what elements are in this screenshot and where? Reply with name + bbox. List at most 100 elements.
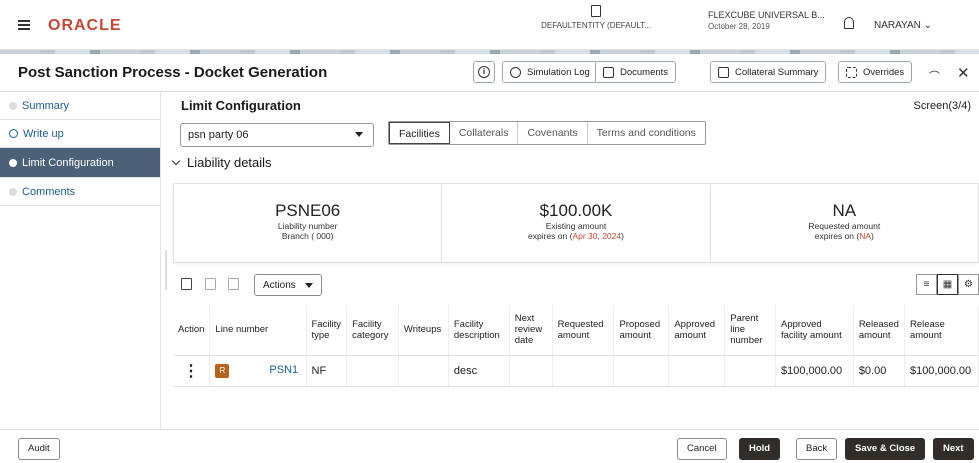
oracle-logo: ORACLE [48, 17, 122, 34]
col-line-number[interactable]: Line number [209, 305, 307, 356]
entity-label: DEFAULTENTITY (DEFAULT... [541, 21, 651, 30]
tab-collaterals[interactable]: Collaterals [450, 122, 519, 144]
released-amount-cell: $0.00 [853, 355, 905, 387]
back-button[interactable]: Back [796, 438, 838, 460]
actions-label: Actions [263, 279, 296, 291]
chevron-down-icon: ⌄ [923, 20, 933, 31]
col-facility-type[interactable]: Facility type [306, 305, 348, 356]
expand-icon[interactable]: ⌒ [929, 68, 940, 84]
expiry-prefix: expires on ( [814, 231, 860, 241]
collateral-summary-label: Collateral Summary [735, 66, 819, 78]
col-writeups[interactable]: Writeups [398, 305, 449, 356]
proposed-amount-cell [613, 355, 670, 387]
sidebar-item-comments[interactable]: Comments [0, 178, 160, 206]
col-requested-amount[interactable]: Requested amount [552, 305, 615, 356]
close-icon[interactable]: ✕ [957, 64, 970, 82]
documents-button[interactable]: Documents [595, 61, 677, 83]
col-parent-line-number[interactable]: Parent line number [724, 305, 776, 356]
table-toolbar: Actions ≡ ▦ ⚙ [173, 272, 979, 298]
hamburger-menu-icon[interactable] [18, 20, 30, 30]
col-proposed-amount[interactable]: Proposed amount [613, 305, 670, 356]
tab-facilities[interactable]: Facilities [389, 122, 450, 144]
liability-number-label: Liability number [277, 221, 338, 231]
status-dot-icon [9, 187, 17, 196]
dropdown-caret-icon [355, 132, 363, 137]
col-release-amount[interactable]: Release amount [904, 305, 979, 356]
view-switcher: ≡ ▦ ⚙ [916, 274, 979, 295]
branch-label: Branch ( 000) [281, 231, 334, 241]
sidebar-item-label: Write up [23, 127, 64, 140]
expiry-suffix: ) [621, 231, 624, 241]
table-header-row: Action Line number Facility type Facilit… [173, 305, 979, 356]
hierarchy-view-icon[interactable]: ⚙ [958, 274, 979, 295]
save-close-button[interactable]: Save & Close [845, 438, 926, 460]
facility-category-cell [346, 355, 399, 387]
table-row[interactable]: ⋮ R PSN1 NF desc $100,000.00 $0.00 $100,0… [173, 355, 979, 387]
overrides-button[interactable]: Overrides [838, 61, 913, 83]
add-row-icon[interactable] [181, 278, 192, 290]
screen-counter: Screen(3/4) [913, 100, 971, 112]
delete-icon[interactable] [205, 278, 216, 290]
branch-selector[interactable]: FLEXCUBE UNIVERSAL B... October 28, 2019 [708, 10, 825, 31]
expiry-date: Apr 30, 2024 [572, 231, 622, 241]
col-action[interactable]: Action [173, 305, 211, 356]
cancel-button[interactable]: Cancel [677, 438, 727, 460]
tab-covenants[interactable]: Covenants [518, 122, 588, 144]
col-facility-category[interactable]: Facility category [346, 305, 399, 356]
main-content: Limit Configuration Screen(3/4) psn part… [161, 92, 979, 429]
sidebar-item-write-up[interactable]: Write up [0, 120, 160, 148]
existing-amount-label: Existing amount [545, 221, 607, 231]
top-header: ORACLE DEFAULTENTITY (DEFAULT... FLEXCUB… [0, 0, 979, 50]
user-menu[interactable]: NARAYAN ⌄ [874, 20, 932, 31]
liability-cards: PSNE06 Liability number Branch ( 000) $1… [173, 183, 979, 263]
next-button[interactable]: Next [933, 438, 974, 460]
audit-button[interactable]: Audit [18, 438, 60, 460]
tab-terms-and-conditions[interactable]: Terms and conditions [588, 122, 705, 144]
collateral-summary-button[interactable]: Collateral Summary [710, 61, 827, 83]
facility-description-cell: desc [448, 355, 510, 387]
simulation-log-button[interactable]: Simulation Log [502, 61, 598, 83]
info-button[interactable]: i [473, 61, 495, 83]
col-released-amount[interactable]: Released amount [853, 305, 905, 356]
parent-line-number-cell [724, 355, 776, 387]
sidebar-item-summary[interactable]: Summary [0, 92, 160, 120]
notification-bell-icon[interactable] [844, 17, 854, 29]
sidebar-item-label: Summary [22, 99, 70, 112]
collateral-icon [718, 66, 729, 78]
writeups-cell [398, 355, 449, 387]
col-next-review-date[interactable]: Next review date [509, 305, 553, 356]
col-approved-facility-amount[interactable]: Approved facility amount [775, 305, 854, 356]
expiry-text: expires on (NA) [711, 231, 978, 241]
sidebar-item-label: Limit Configuration [22, 156, 114, 169]
edit-icon[interactable] [228, 278, 239, 290]
expiry-suffix: ) [871, 231, 874, 241]
entity-selector[interactable]: DEFAULTENTITY (DEFAULT... [534, 5, 658, 31]
sidebar-item-limit-configuration[interactable]: Limit Configuration [0, 148, 160, 178]
actions-menu-button[interactable]: Actions [254, 274, 322, 296]
line-number-link[interactable]: PSN1 [269, 364, 298, 376]
building-icon [591, 5, 601, 17]
branch-date: October 28, 2019 [708, 22, 770, 31]
user-name: NARAYAN [874, 20, 921, 31]
existing-amount-card: $100.00K Existing amount expires on (Apr… [442, 184, 711, 262]
liability-number-value: PSNE06 [275, 201, 341, 220]
expiry-text: expires on (Apr 30, 2024) [442, 231, 709, 241]
limit-tabs: Facilities Collaterals Covenants Terms a… [388, 121, 706, 145]
next-review-date-cell [509, 355, 553, 387]
approved-amount-cell [668, 355, 726, 387]
row-actions-kebab-icon[interactable]: ⋮ [173, 355, 211, 387]
col-approved-amount[interactable]: Approved amount [668, 305, 726, 356]
col-facility-description[interactable]: Facility description [448, 305, 510, 356]
expiry-date: NA [859, 231, 872, 241]
dropdown-caret-icon [304, 282, 313, 288]
party-select[interactable]: psn party 06 [180, 123, 374, 147]
simulation-icon [510, 66, 521, 78]
liability-details-toggle[interactable]: Liability details [171, 155, 272, 170]
grid-view-icon[interactable]: ▦ [937, 274, 958, 295]
status-dot-icon [9, 158, 17, 167]
requested-amount-value: NA [832, 201, 857, 220]
list-view-icon[interactable]: ≡ [916, 274, 937, 295]
chevron-down-icon [171, 156, 181, 165]
status-dot-icon [9, 101, 17, 110]
hold-button[interactable]: Hold [739, 438, 781, 460]
